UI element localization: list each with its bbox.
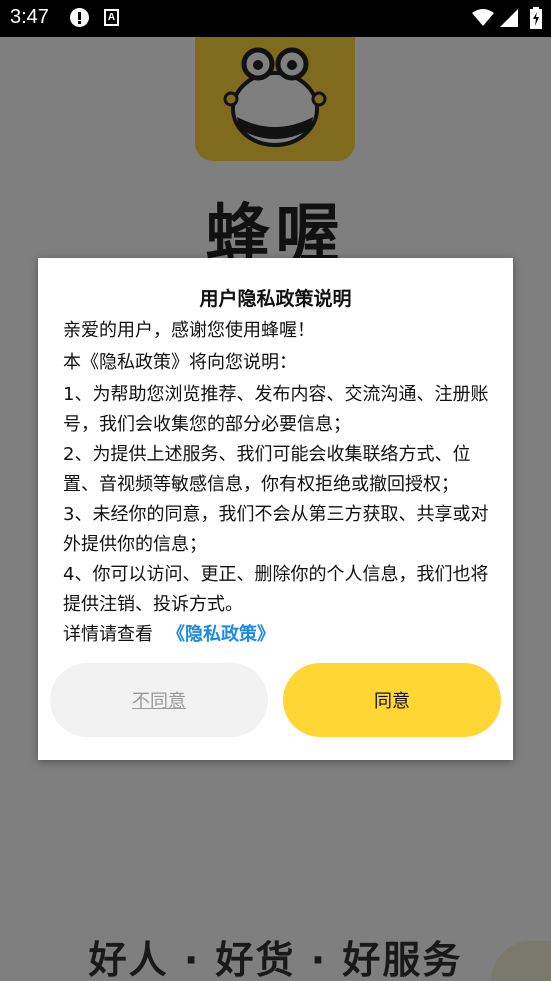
paragraph: 2、为提供上述服务、我们可能会收集联络方式、位置、音视频等敏感信息，你有权拒绝或… (63, 444, 471, 495)
status-bar: 3:47 A (0, 0, 551, 37)
status-time: 3:47 (10, 6, 49, 28)
battery-charging-icon (530, 7, 542, 29)
disagree-button[interactable]: 不同意 (50, 663, 268, 737)
paragraph: 4、你可以访问、更正、删除你的个人信息，我们也将提供注销、投诉方式。 (63, 564, 489, 615)
paragraph: 亲爱的用户，感谢您使用蜂喔！ (63, 320, 315, 341)
signal-icon (500, 9, 518, 27)
keyboard-icon: A (104, 9, 119, 26)
detail-line: 详情请查看 《隐私政策》 (63, 620, 275, 646)
privacy-dialog: 用户隐私政策说明 亲爱的用户，感谢您使用蜂喔！ 本《隐私政策》将向您说明： 1、… (38, 258, 513, 760)
dialog-title: 用户隐私政策说明 (199, 288, 352, 310)
paragraph: 本《隐私政策》将向您说明： (63, 352, 297, 373)
privacy-policy-link[interactable]: 《隐私政策》 (167, 624, 275, 645)
dialog-body: 亲爱的用户，感谢您使用蜂喔！ 本《隐私政策》将向您说明： 1、为帮助您浏览推荐、… (63, 316, 493, 620)
detail-prefix: 详情请查看 (63, 624, 153, 645)
paragraph: 1、为帮助您浏览推荐、发布内容、交流沟通、注册账号，我们会收集您的部分必要信息； (63, 384, 489, 435)
wifi-icon (472, 9, 494, 26)
alert-icon (70, 8, 89, 27)
paragraph: 3、未经你的同意，我们不会从第三方获取、共享或对外提供你的信息； (63, 504, 489, 555)
agree-button[interactable]: 同意 (283, 663, 501, 737)
